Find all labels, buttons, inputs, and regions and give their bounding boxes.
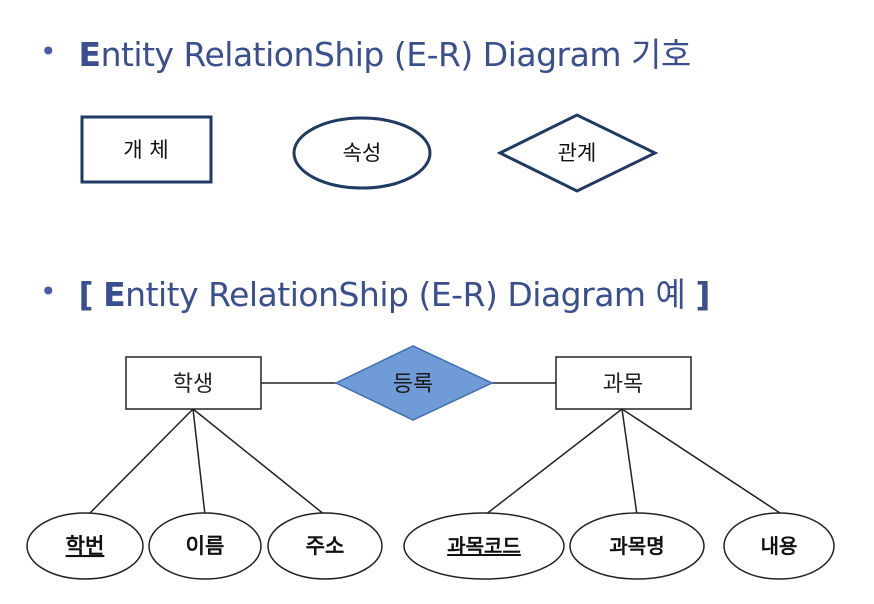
connector-line [484, 408, 623, 516]
connector-line [621, 408, 784, 516]
connector-line [192, 408, 206, 516]
entity-course-label: 과목 [603, 372, 643, 397]
relationship-enroll-label: 등록 [393, 372, 433, 397]
attribute-label: 과목코드 [447, 534, 521, 558]
attribute-label: 과목명 [609, 534, 664, 558]
legend: 개 체 속성 관계 [80, 113, 659, 193]
connector-line [621, 408, 638, 516]
attribute-label: 내용 [761, 534, 798, 558]
attribute-label: 학번 [66, 534, 105, 558]
attribute-label: 주소 [306, 534, 345, 558]
legend-entity-label: 개 체 [123, 138, 168, 162]
attribute-label: 이름 [186, 534, 225, 558]
er-diagram: 개 체 속성 관계 학생 등록 과목 학번 이름 주소 과목코드 과목명 내용 [26, 113, 835, 580]
legend-relationship-label: 관계 [558, 141, 597, 165]
attributes-right: 과목코드 과목명 내용 [403, 512, 835, 580]
example-main: 학생 등록 과목 [125, 345, 692, 421]
connector-line [87, 408, 194, 516]
entity-student-label: 학생 [173, 372, 213, 397]
connector-line [192, 408, 326, 516]
attributes-left: 학번 이름 주소 [26, 512, 383, 580]
legend-attribute-label: 속성 [343, 141, 382, 165]
